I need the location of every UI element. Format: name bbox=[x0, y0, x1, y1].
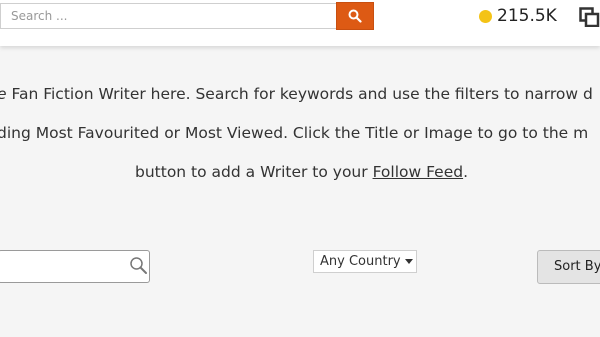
magnifier-icon[interactable] bbox=[129, 256, 148, 275]
sort-by-button[interactable]: Sort By bbox=[537, 250, 600, 284]
top-header: Search ... 215.5K bbox=[0, 0, 600, 46]
copy-icon[interactable] bbox=[579, 7, 600, 27]
chevron-down-icon bbox=[405, 259, 413, 264]
site-search-input[interactable]: Search ... bbox=[0, 3, 336, 29]
coin-icon bbox=[479, 10, 492, 23]
intro-line-3-end: . bbox=[463, 163, 469, 181]
search-icon bbox=[348, 9, 362, 23]
intro-line-1-text: Fan Fiction Writer here. Search for keyw… bbox=[6, 85, 593, 103]
intro-line-3: button to add a Writer to your Follow Fe… bbox=[135, 163, 600, 181]
intro-line-3-text: button to add a Writer to your bbox=[135, 163, 373, 181]
follow-feed-link[interactable]: Follow Feed bbox=[373, 163, 464, 181]
intro-line-2: ding Most Favourited or Most Viewed. Cli… bbox=[0, 124, 589, 142]
coin-count: 215.5K bbox=[497, 6, 557, 26]
writer-search-input[interactable] bbox=[0, 250, 150, 283]
country-select[interactable]: Any Country bbox=[313, 250, 417, 273]
search-button[interactable] bbox=[336, 2, 374, 30]
intro-line-1: e Fan Fiction Writer here. Search for ke… bbox=[0, 85, 597, 103]
